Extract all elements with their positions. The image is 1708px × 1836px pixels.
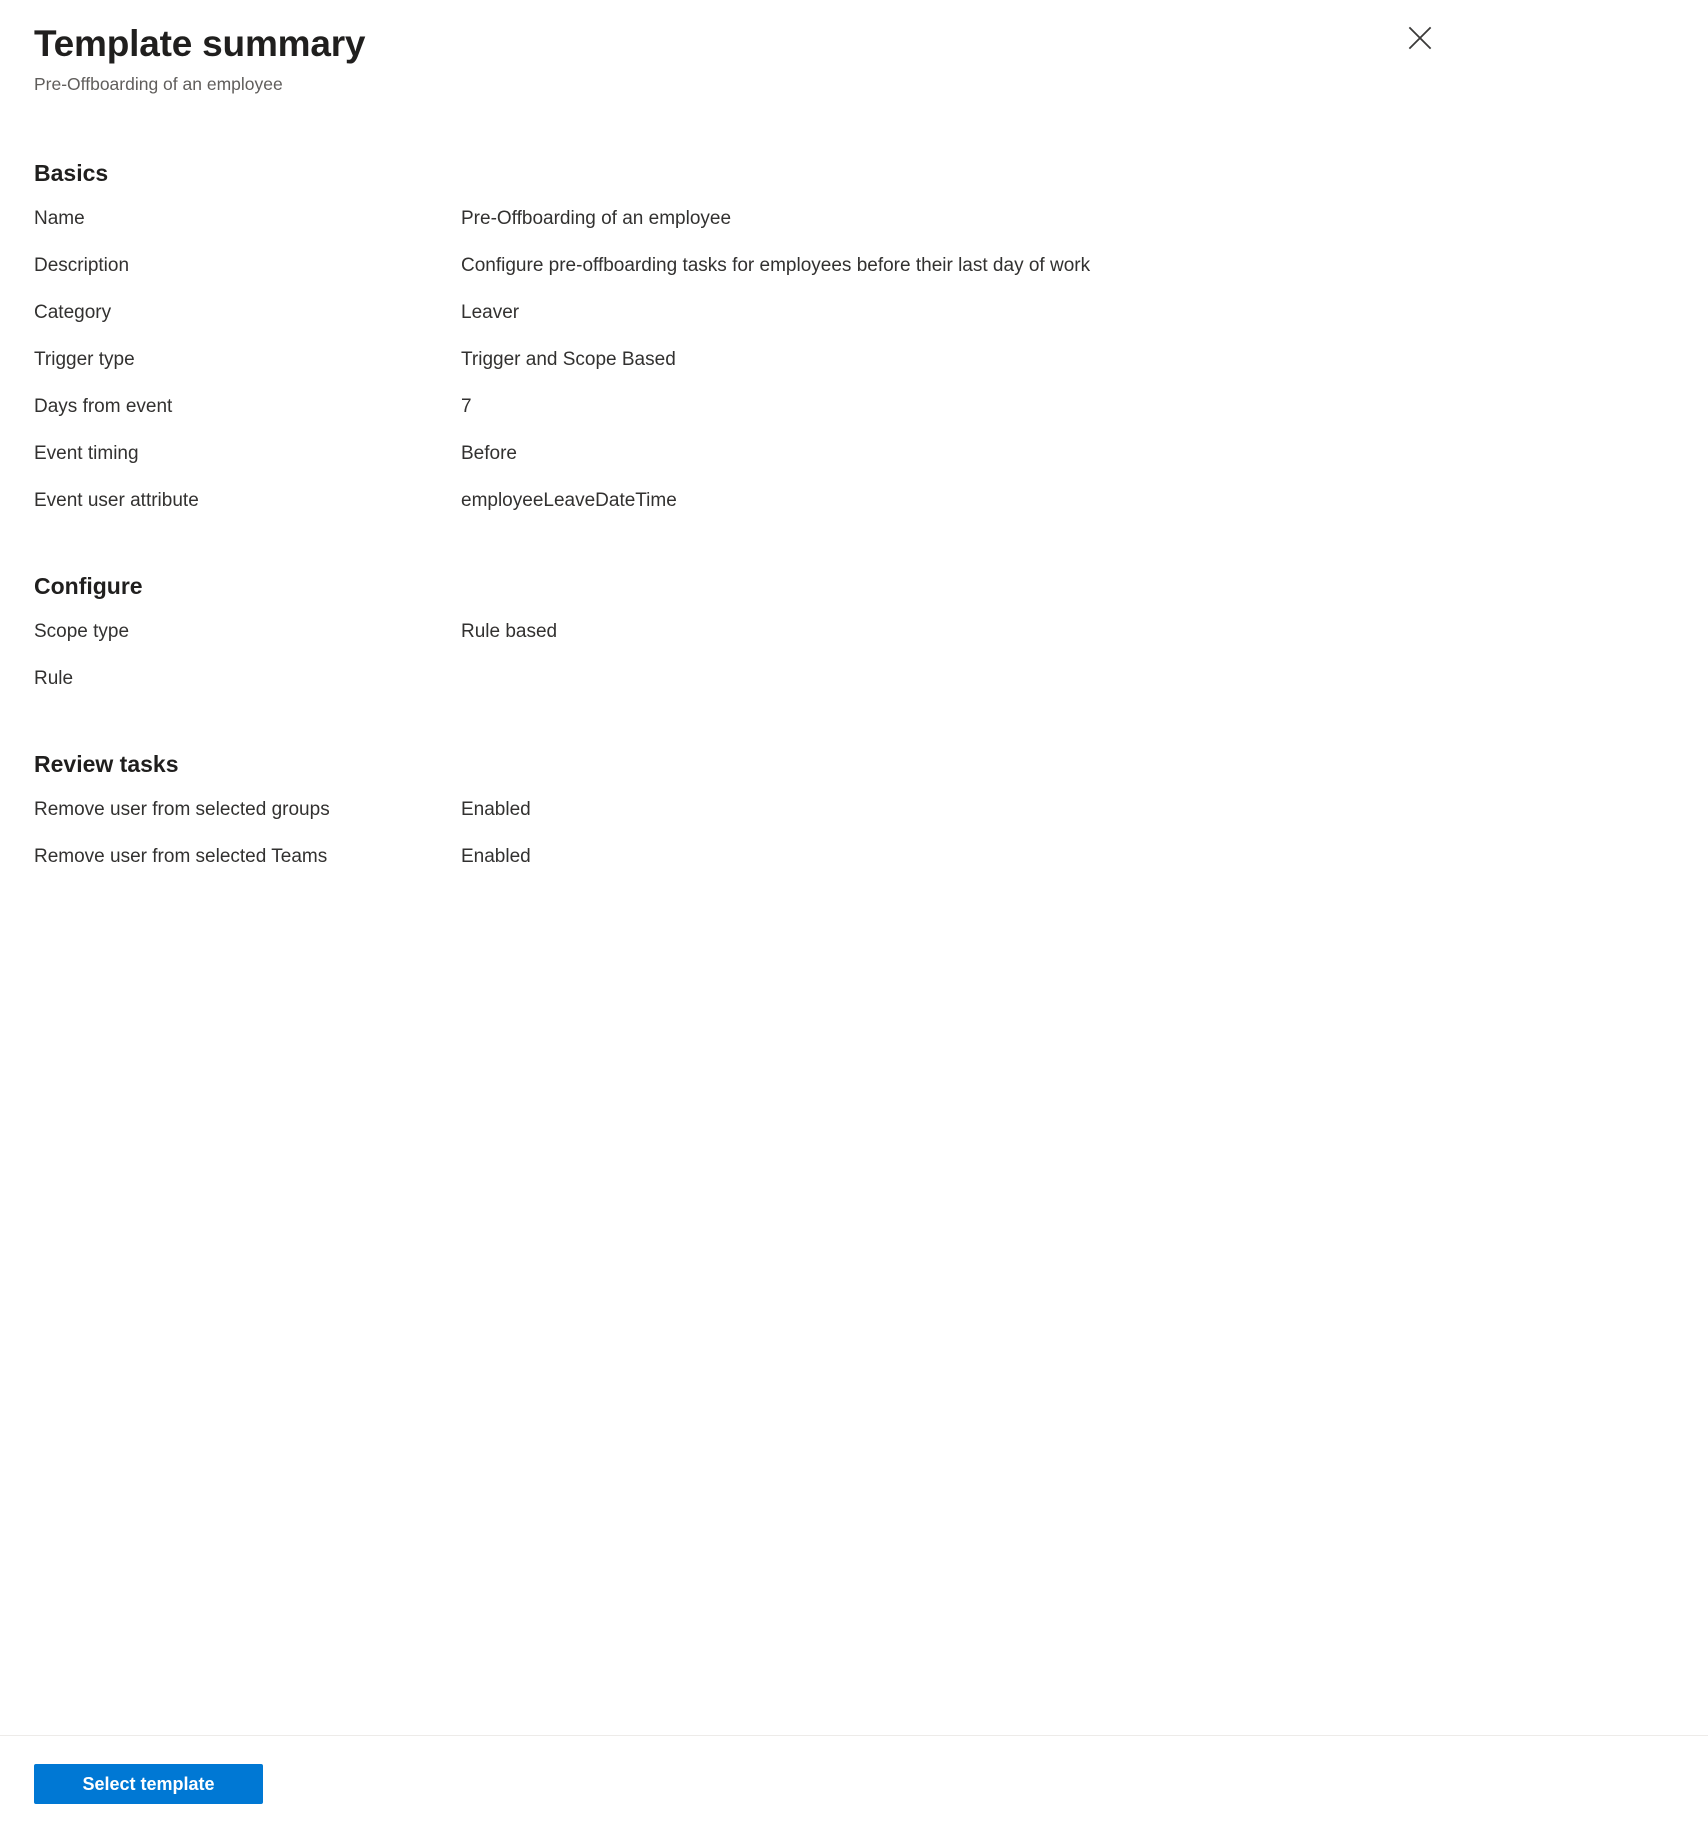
basics-table: Name Pre-Offboarding of an employee Desc… [34,206,1674,535]
row-label: Category [34,302,112,323]
table-row: Event timing Before [34,441,1674,488]
review-tasks-table: Remove user from selected groups Enabled… [34,797,1674,891]
template-summary-panel: Template summary Pre-Offboarding of an e… [0,0,1708,1836]
row-value: 7 [461,396,472,417]
section-review-tasks: Review tasks Remove user from selected g… [34,749,1674,891]
row-label: Event user attribute [34,490,199,511]
table-row: Category Leaver [34,300,1674,347]
panel-body: Basics Name Pre-Offboarding of an employ… [0,96,1708,1735]
row-label: Days from event [34,396,173,417]
section-heading-review-tasks: Review tasks [34,751,179,777]
table-row: Rule [34,666,1674,713]
row-label: Remove user from selected Teams [34,846,328,867]
table-row: Scope type Rule based [34,619,1674,666]
row-label: Remove user from selected groups [34,799,330,820]
close-icon [1407,25,1433,51]
row-label: Trigger type [34,349,135,370]
table-row: Remove user from selected Teams Enabled [34,844,1674,891]
row-label: Scope type [34,621,130,642]
page-subtitle: Pre-Offboarding of an employee [34,74,283,94]
row-label: Event timing [34,443,139,464]
section-heading-configure: Configure [34,573,143,599]
row-value: Before [461,443,517,464]
close-button[interactable] [1397,15,1443,61]
table-row: Description Configure pre-offboarding ta… [34,253,1674,300]
row-value: Trigger and Scope Based [461,349,676,370]
section-configure: Configure Scope type Rule based Rule [34,571,1674,713]
row-label: Name [34,208,85,229]
section-basics: Basics Name Pre-Offboarding of an employ… [34,158,1674,535]
table-row: Days from event 7 [34,394,1674,441]
table-row: Event user attribute employeeLeaveDateTi… [34,488,1674,535]
section-heading-basics: Basics [34,160,109,186]
select-template-button[interactable]: Select template [34,1764,263,1804]
row-label: Description [34,255,130,276]
row-value: Enabled [461,846,531,867]
row-label: Rule [34,668,74,689]
row-value: employeeLeaveDateTime [461,490,677,511]
panel-header: Template summary Pre-Offboarding of an e… [0,0,1708,96]
configure-table: Scope type Rule based Rule [34,619,1674,713]
row-value: Pre-Offboarding of an employee [461,208,732,229]
row-value: Rule based [461,621,558,642]
panel-footer: Select template [0,1735,1708,1836]
row-value [461,666,1674,713]
row-value: Configure pre-offboarding tasks for empl… [461,255,1091,276]
table-row: Remove user from selected groups Enabled [34,797,1674,844]
row-value: Enabled [461,799,531,820]
table-row: Trigger type Trigger and Scope Based [34,347,1674,394]
table-row: Name Pre-Offboarding of an employee [34,206,1674,253]
row-value: Leaver [461,302,520,323]
